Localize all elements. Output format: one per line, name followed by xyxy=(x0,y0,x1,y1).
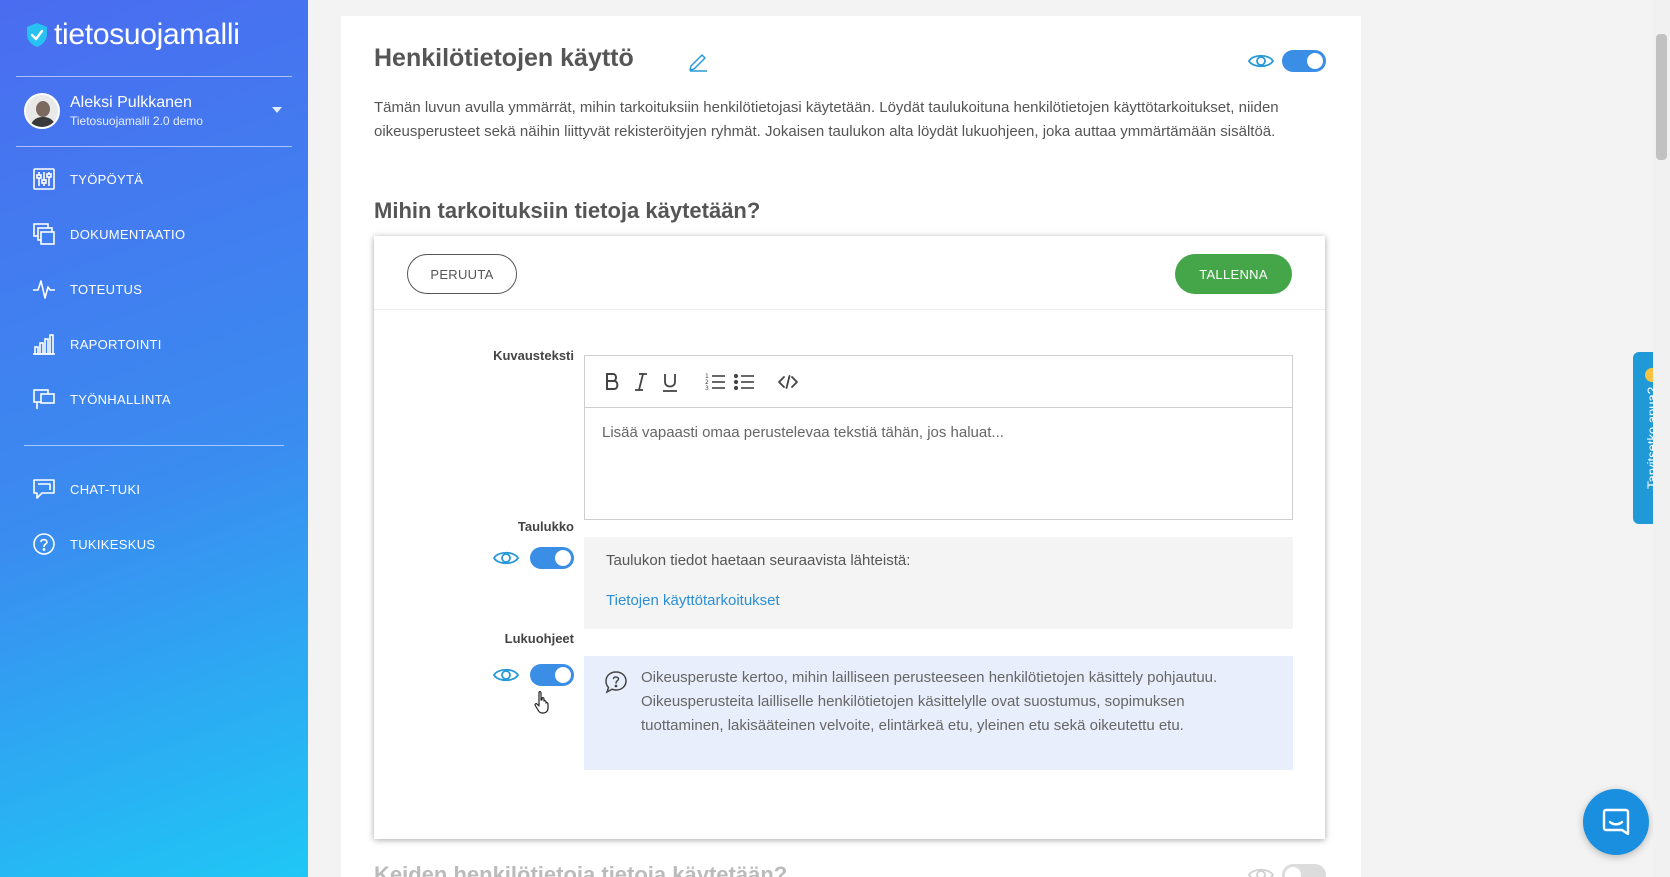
italic-button[interactable] xyxy=(628,369,654,395)
help-circle-icon xyxy=(33,533,55,555)
content-card: Henkilötietojen käyttö Tämän luvun avull… xyxy=(341,16,1361,877)
sidebar-item-label: DOKUMENTAATIO xyxy=(70,226,186,242)
chat-icon xyxy=(33,479,55,499)
ordered-list-button[interactable]: 1 2 3 xyxy=(702,369,728,395)
section-title: Mihin tarkoituksiin tietoja käytetään? xyxy=(374,198,761,223)
table-label: Taulukko xyxy=(517,519,574,534)
sidebar-divider xyxy=(16,76,292,77)
ordered-list-icon: 1 2 3 xyxy=(705,373,725,392)
instructions-visibility-toggle[interactable] xyxy=(530,664,574,686)
edit-pencil-icon[interactable] xyxy=(687,50,709,72)
sidebar-item-label: TOTEUTUS xyxy=(70,281,143,297)
underline-icon xyxy=(663,374,677,392)
shield-check-icon xyxy=(27,23,47,47)
rich-text-editor: 1 2 3 Lisää vapaasti omaa perustelevaa t… xyxy=(584,355,1293,520)
rte-toolbar: 1 2 3 xyxy=(585,356,1292,408)
visibility-eye-icon[interactable] xyxy=(1248,51,1274,71)
code-view-button[interactable] xyxy=(775,369,801,395)
editor-toolbar: PERUUTA TALLENNA xyxy=(374,236,1325,310)
save-button[interactable]: TALLENNA xyxy=(1175,254,1292,294)
sidebar-item-label: CHAT-TUKI xyxy=(70,481,141,497)
app-logo[interactable]: tietosuojamalli xyxy=(26,18,240,52)
svg-text:3: 3 xyxy=(705,385,709,392)
sidebar-item-chat-tuki[interactable]: CHAT-TUKI xyxy=(32,476,140,502)
scrollbar-thumb[interactable] xyxy=(1656,34,1667,160)
dashboard-icon xyxy=(33,168,55,190)
sidebar-item-label: RAPORTOINTI xyxy=(70,336,162,352)
user-name: Aleksi Pulkkanen xyxy=(70,94,192,111)
next-section-visibility-toggle[interactable] xyxy=(1282,864,1326,877)
cancel-button[interactable]: PERUUTA xyxy=(407,254,517,294)
documents-icon xyxy=(33,223,55,245)
hand-cursor-icon xyxy=(534,690,549,714)
instructions-text: Oikeusperuste kertoo, mihin lailliseen p… xyxy=(641,669,1218,734)
instructions-label: Lukuohjeet xyxy=(504,631,574,646)
sidebar-item-raportointi[interactable]: RAPORTOINTI xyxy=(32,331,162,357)
underline-button[interactable] xyxy=(657,369,683,395)
sidebar-item-tukikeskus[interactable]: TUKIKESKUS xyxy=(32,531,155,557)
sidebar-item-label: TUKIKESKUS xyxy=(70,536,156,552)
bold-icon xyxy=(606,373,619,390)
code-icon xyxy=(778,375,798,389)
intro-text: Tämän luvun avulla ymmärrät, mihin tarko… xyxy=(374,99,1279,140)
sidebar-item-label: TYÖNHALLINTA xyxy=(70,391,171,407)
instructions-visibility-eye-icon[interactable] xyxy=(493,665,519,685)
table-source-box: Taulukon tiedot haetaan seuraavista läht… xyxy=(584,537,1293,629)
sidebar-item-tyopoyta[interactable]: TYÖPÖYTÄ xyxy=(32,166,143,192)
sidebar-item-dokumentaatio[interactable]: DOKUMENTAATIO xyxy=(32,221,185,247)
section-visibility-toggle[interactable] xyxy=(1282,50,1326,72)
sidebar-divider xyxy=(24,445,284,446)
visibility-eye-icon[interactable] xyxy=(1248,865,1274,877)
sidebar-item-label: TYÖPÖYTÄ xyxy=(70,171,144,187)
table-visibility-toggle[interactable] xyxy=(530,547,574,569)
task-icon xyxy=(33,389,55,409)
sidebar-divider xyxy=(16,146,292,147)
bar-chart-icon xyxy=(33,334,55,355)
pulse-icon xyxy=(33,280,55,299)
bullet-list-button[interactable] xyxy=(731,369,757,395)
chat-bubble-icon xyxy=(1602,808,1630,836)
chevron-down-icon[interactable] xyxy=(272,107,282,113)
sidebar: tietosuojamalli Aleksi Pulkkanen Tietosu… xyxy=(0,0,308,877)
chat-launcher-button[interactable] xyxy=(1583,789,1649,855)
table-visibility-eye-icon[interactable] xyxy=(493,548,519,568)
editor-panel: PERUUTA TALLENNA Kuvausteksti 1 2 3 Lisä… xyxy=(374,236,1325,839)
user-menu[interactable]: Aleksi Pulkkanen Tietosuojamalli 2.0 dem… xyxy=(24,91,292,131)
table-source-link[interactable]: Tietojen käyttötarkoitukset xyxy=(606,592,780,609)
user-subtitle: Tietosuojamalli 2.0 demo xyxy=(70,114,203,128)
sidebar-item-tyonhallinta[interactable]: TYÖNHALLINTA xyxy=(32,386,171,412)
table-source-text: Taulukon tiedot haetaan seuraavista läht… xyxy=(606,552,911,569)
logo-text: tietosuojamalli xyxy=(54,18,240,51)
bullet-list-icon xyxy=(733,373,754,391)
next-section-title: Keiden henkilötietoja tietoja käytetään? xyxy=(374,862,788,877)
sidebar-item-toteutus[interactable]: TOTEUTUS xyxy=(32,276,142,302)
description-input[interactable]: Lisää vapaasti omaa perustelevaa tekstiä… xyxy=(602,424,1272,441)
italic-icon xyxy=(635,373,647,391)
bold-button[interactable] xyxy=(599,369,625,395)
description-label: Kuvausteksti xyxy=(493,348,574,363)
page-title: Henkilötietojen käyttö xyxy=(374,44,634,72)
instructions-box: Oikeusperuste kertoo, mihin lailliseen p… xyxy=(584,656,1293,770)
question-bubble-icon xyxy=(605,671,627,694)
avatar xyxy=(24,93,60,129)
